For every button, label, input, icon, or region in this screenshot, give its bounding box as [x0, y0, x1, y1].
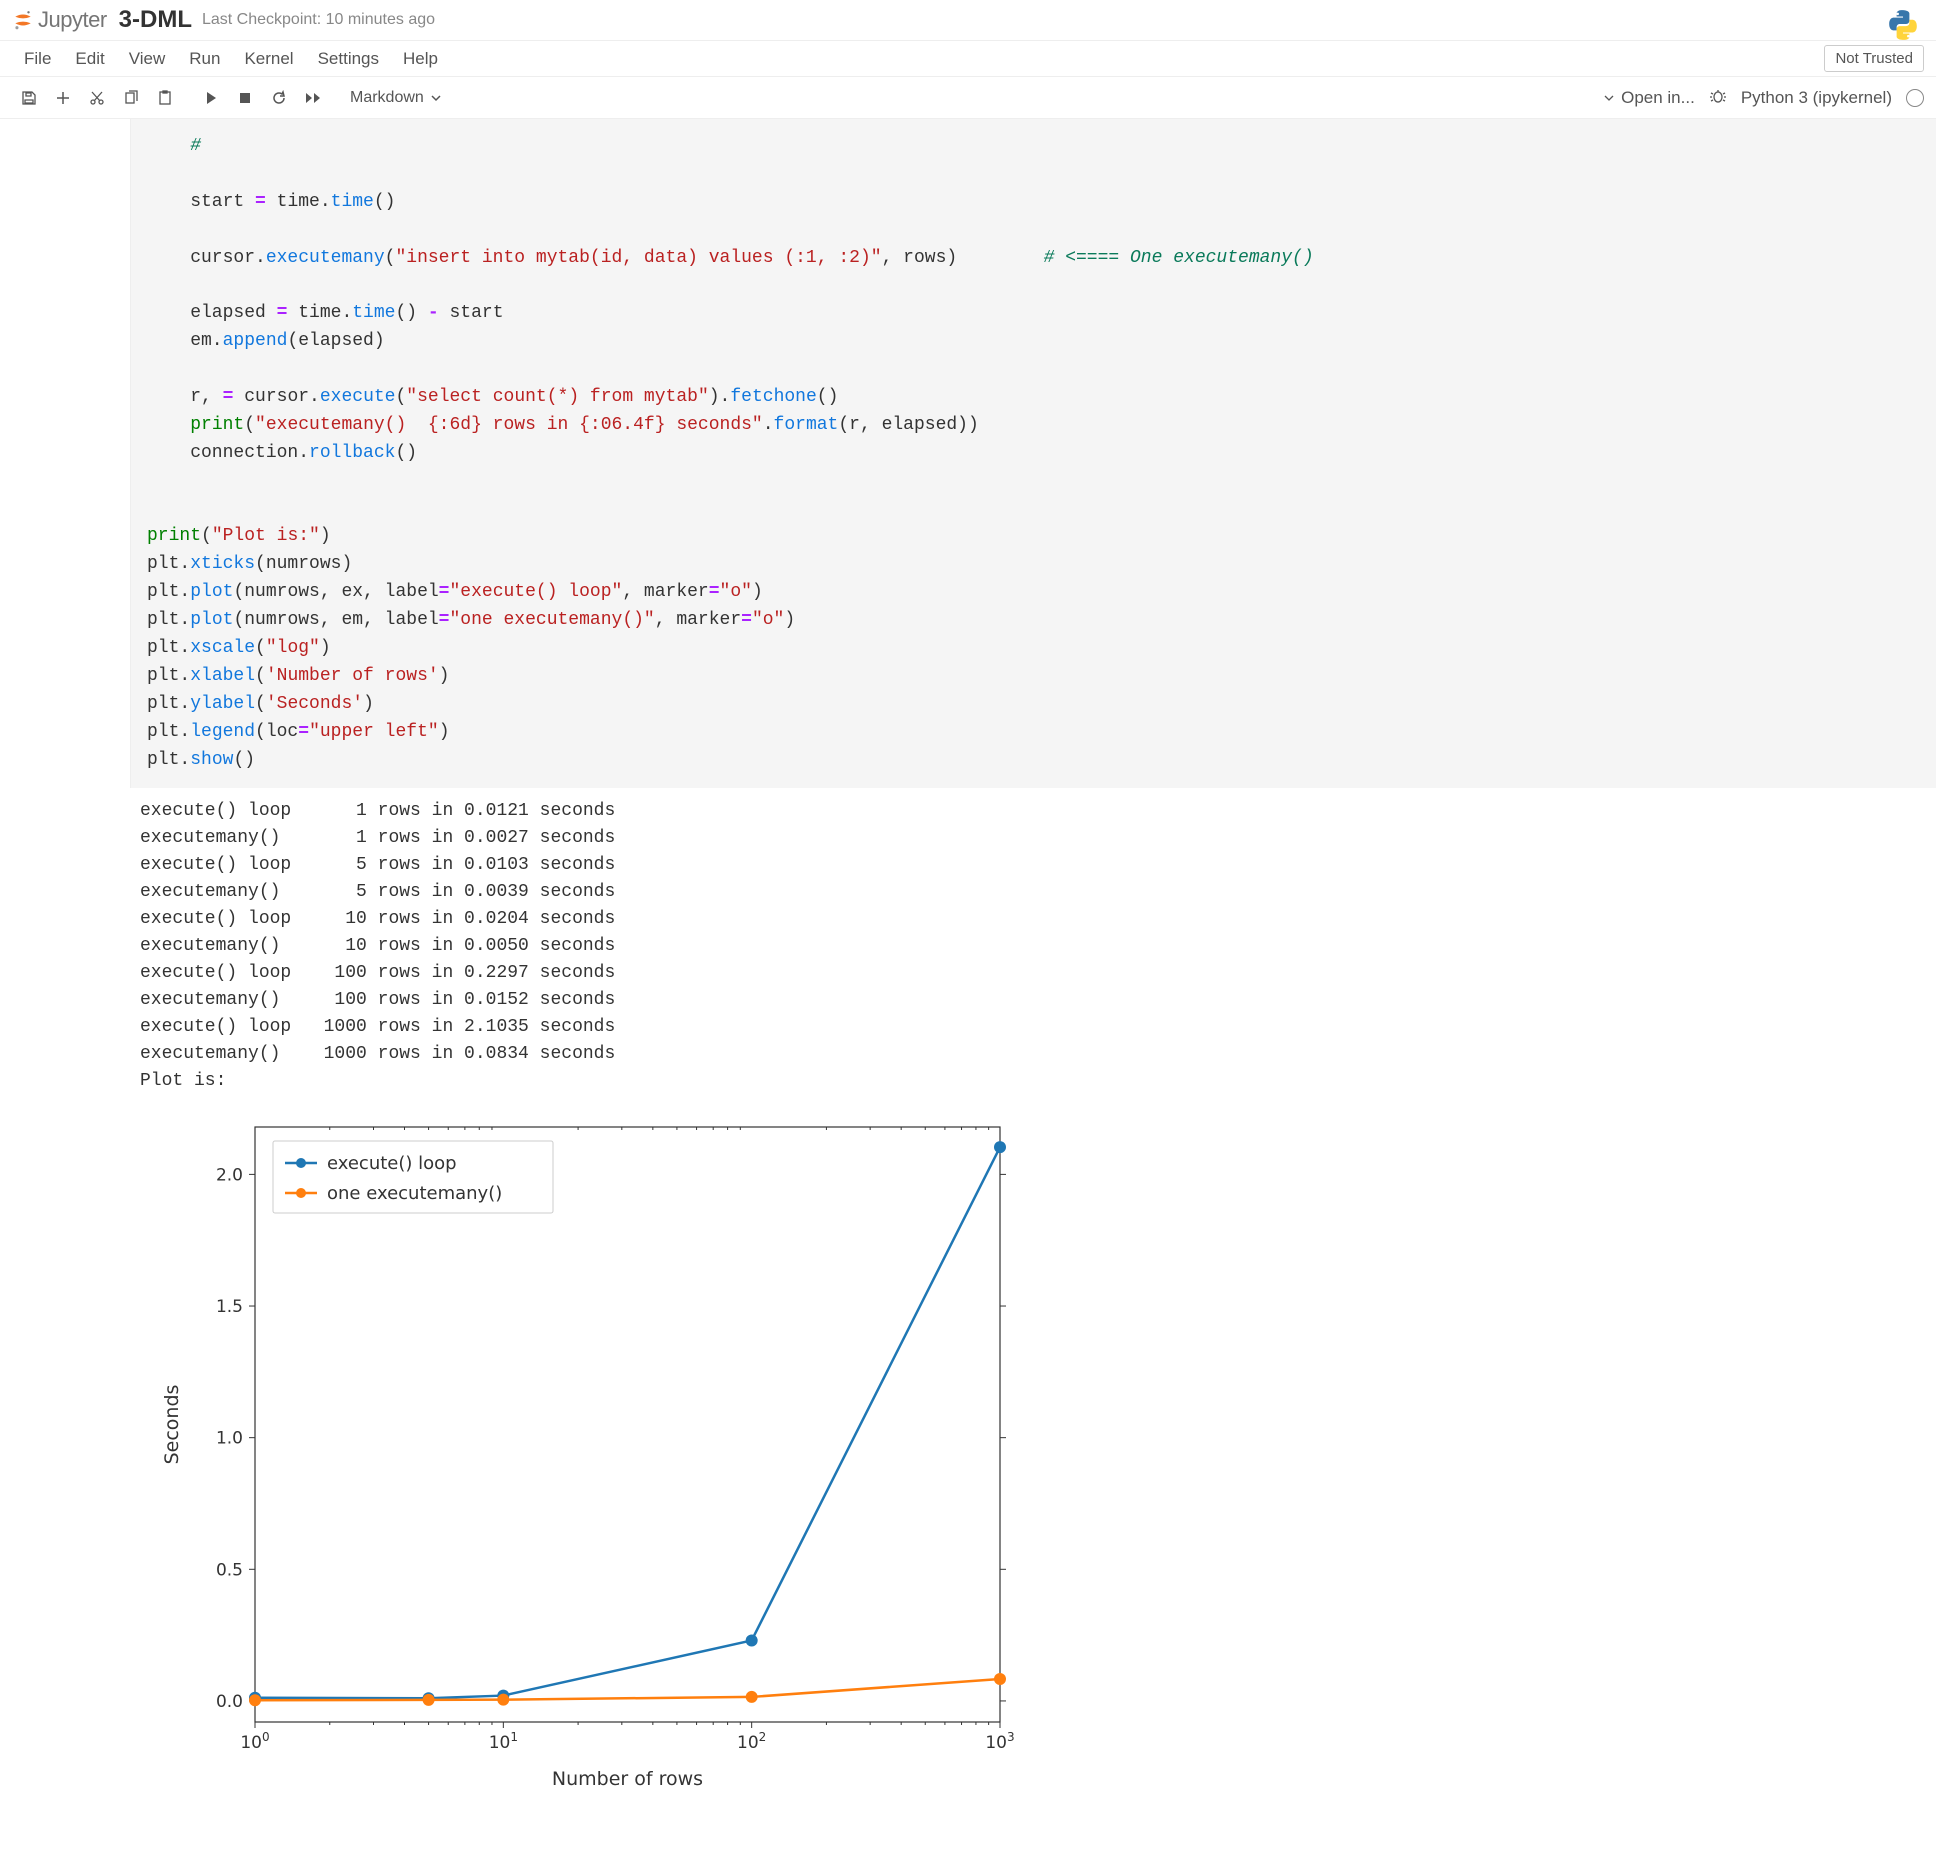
- svg-text:101: 101: [489, 1730, 518, 1753]
- copy-icon[interactable]: [114, 83, 148, 113]
- svg-text:one executemany(): one executemany(): [327, 1183, 502, 1204]
- text-output: execute() loop 1 rows in 0.0121 seconds …: [140, 788, 1936, 1099]
- svg-text:100: 100: [240, 1730, 269, 1753]
- svg-text:Number of rows: Number of rows: [552, 1768, 703, 1790]
- save-icon[interactable]: [12, 83, 46, 113]
- header: Jupyter 3-DML Last Checkpoint: 10 minute…: [0, 0, 1936, 41]
- jupyter-icon: [12, 9, 34, 31]
- plot-output: 0.0 0.5 1.0 1.5 2.0 100 101 102 103 Number of row…: [140, 1099, 1936, 1818]
- svg-text:0.0: 0.0: [216, 1692, 243, 1712]
- svg-text:103: 103: [985, 1730, 1014, 1753]
- code-body[interactable]: # start = time.time() cursor.executemany…: [130, 119, 1936, 788]
- celltype-label: Markdown: [350, 89, 424, 107]
- paste-icon[interactable]: [148, 83, 182, 113]
- code-cell[interactable]: # start = time.time() cursor.executemany…: [0, 119, 1936, 788]
- notebook-title[interactable]: 3-DML: [119, 6, 192, 34]
- kernel-name[interactable]: Python 3 (ipykernel): [1741, 88, 1892, 108]
- celltype-selector[interactable]: Markdown: [340, 85, 452, 111]
- not-trusted-button[interactable]: Not Trusted: [1824, 45, 1924, 72]
- jupyter-text: Jupyter: [38, 7, 107, 33]
- menu-kernel[interactable]: Kernel: [232, 43, 305, 75]
- input-prompt: [0, 119, 130, 788]
- svg-text:Seconds: Seconds: [161, 1385, 183, 1465]
- svg-text:102: 102: [737, 1730, 766, 1753]
- stop-icon[interactable]: [228, 83, 262, 113]
- menu-file[interactable]: File: [12, 43, 63, 75]
- notebook-area: # start = time.time() cursor.executemany…: [0, 119, 1936, 1818]
- menu-view[interactable]: View: [117, 43, 178, 75]
- python-logo-icon: [1886, 8, 1920, 45]
- run-icon[interactable]: [194, 83, 228, 113]
- svg-text:1.0: 1.0: [216, 1429, 243, 1449]
- debugger-icon[interactable]: [1709, 87, 1727, 108]
- cut-icon[interactable]: [80, 83, 114, 113]
- kernel-status-icon[interactable]: [1906, 89, 1924, 107]
- svg-text:0.5: 0.5: [216, 1561, 243, 1581]
- restart-icon[interactable]: [262, 83, 296, 113]
- menubar: File Edit View Run Kernel Settings Help …: [0, 41, 1936, 77]
- open-in-dropdown[interactable]: Open in...: [1604, 88, 1694, 108]
- checkpoint-text: Last Checkpoint: 10 minutes ago: [202, 11, 435, 29]
- chart: 0.0 0.5 1.0 1.5 2.0 100 101 102 103 Number of row…: [140, 1107, 1040, 1807]
- chevron-down-icon: [430, 92, 442, 104]
- menu-run[interactable]: Run: [177, 43, 232, 75]
- caret-down-icon: [1604, 93, 1614, 103]
- svg-text:execute() loop: execute() loop: [327, 1153, 457, 1174]
- toolbar: Markdown Open in... Python 3 (ipykernel): [0, 77, 1936, 119]
- jupyter-logo[interactable]: Jupyter: [12, 7, 107, 33]
- menu-edit[interactable]: Edit: [63, 43, 116, 75]
- fast-forward-icon[interactable]: [296, 83, 330, 113]
- add-cell-icon[interactable]: [46, 83, 80, 113]
- menu-settings[interactable]: Settings: [306, 43, 391, 75]
- svg-text:2.0: 2.0: [216, 1166, 243, 1186]
- menu-help[interactable]: Help: [391, 43, 450, 75]
- svg-text:1.5: 1.5: [216, 1298, 243, 1318]
